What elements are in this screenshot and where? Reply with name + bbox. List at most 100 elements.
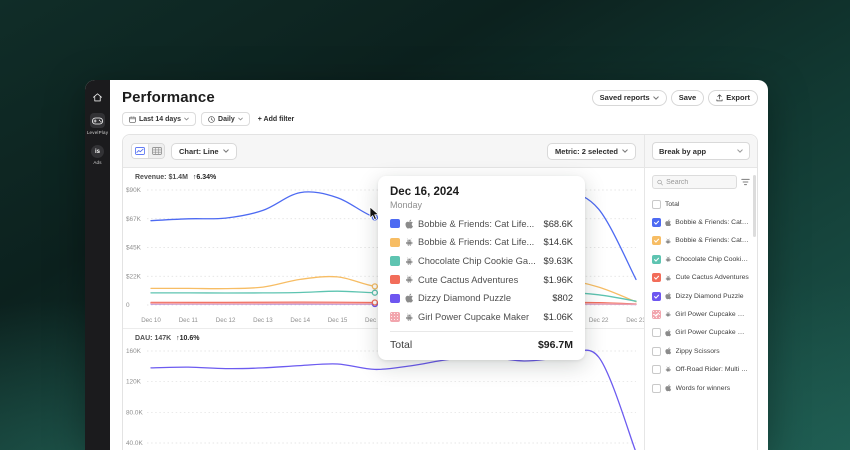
page-header: Performance Saved reports Save Export xyxy=(110,80,768,106)
checkbox-unchecked[interactable] xyxy=(652,347,661,356)
search-box xyxy=(652,175,737,189)
header-actions: Saved reports Save Export xyxy=(592,90,758,106)
svg-text:$90K: $90K xyxy=(126,187,142,194)
app-filter-item[interactable]: Chocolate Chip Cookie... xyxy=(652,250,750,268)
tooltip-total-label: Total xyxy=(390,339,412,351)
metric-dropdown[interactable]: Metric: 2 selected xyxy=(547,143,636,160)
svg-text:$22K: $22K xyxy=(126,273,142,280)
svg-text:Dec 23: Dec 23 xyxy=(626,317,644,324)
app-filter-item[interactable]: Zippy Scissors xyxy=(652,342,750,360)
calendar-icon xyxy=(129,116,136,123)
apple-icon xyxy=(405,293,414,303)
panel-scrollbar[interactable] xyxy=(753,175,756,237)
granularity-filter[interactable]: Daily xyxy=(201,112,250,126)
metric-label: Metric: 2 selected xyxy=(555,147,618,156)
chart-type-label: Chart: Line xyxy=(179,147,219,156)
app-filter-item[interactable]: Bobbie & Friends: Cat L... xyxy=(652,213,750,231)
filter-lines-icon[interactable] xyxy=(741,178,750,186)
clock-icon xyxy=(208,116,215,123)
svg-text:Dec 11: Dec 11 xyxy=(179,317,199,324)
tooltip-row: Girl Power Cupcake Maker$1.06K xyxy=(390,312,573,322)
saved-reports-label: Saved reports xyxy=(600,93,650,102)
app-filter-label: Total xyxy=(665,201,679,208)
granularity-label: Daily xyxy=(218,116,235,123)
page-title: Performance xyxy=(122,89,215,106)
svg-text:Dec 13: Dec 13 xyxy=(253,317,273,324)
checkbox-checked[interactable] xyxy=(652,273,661,282)
checkbox-checked[interactable] xyxy=(652,218,661,227)
app-filter-item[interactable]: Cute Cactus Adventures xyxy=(652,269,750,287)
svg-text:160K: 160K xyxy=(126,348,142,355)
checkbox-unchecked[interactable] xyxy=(652,328,661,337)
revenue-value: Revenue: $1.4M xyxy=(135,174,188,181)
android-icon xyxy=(405,313,414,322)
sidebar-item-ads[interactable]: is Ads xyxy=(91,145,104,165)
date-range-filter[interactable]: Last 14 days xyxy=(122,112,196,126)
svg-text:80.0K: 80.0K xyxy=(126,409,143,416)
checkbox-unchecked[interactable] xyxy=(652,384,661,393)
android-icon xyxy=(405,257,414,266)
app-filter-label: Bobbie & Friends: Cat L... xyxy=(675,219,750,226)
dau-value: DAU: 147K xyxy=(135,335,171,342)
svg-text:120K: 120K xyxy=(126,379,142,386)
svg-text:$67K: $67K xyxy=(126,216,142,223)
tooltip-app-name: Cute Cactus Adventures xyxy=(418,275,539,285)
chevron-down-icon xyxy=(653,96,659,100)
add-filter-button[interactable]: + Add filter xyxy=(258,116,295,123)
app-filter-item[interactable]: Girl Power Cupcake Ma... xyxy=(652,324,750,342)
table-view-toggle[interactable] xyxy=(148,144,164,158)
tooltip-date: Dec 16, 2024 xyxy=(390,186,573,198)
sidebar-item-levelplay[interactable]: LevelPlay xyxy=(87,113,108,135)
svg-text:Dec 22: Dec 22 xyxy=(589,317,609,324)
tooltip-divider xyxy=(390,331,573,332)
android-icon xyxy=(665,256,671,263)
app-filter-item[interactable]: Words for winners xyxy=(652,379,750,397)
search-icon xyxy=(657,179,663,186)
app-filter-item[interactable]: Bobbie & Friends: Cat L... xyxy=(652,232,750,250)
tooltip-row: Bobbie & Friends: Cat Life...$14.6K xyxy=(390,237,573,247)
tooltip-row: Bobbie & Friends: Cat Life...$68.6K xyxy=(390,219,573,229)
sidebar-item-label: LevelPlay xyxy=(87,130,108,135)
break-by-label: Break by app xyxy=(659,147,706,156)
chart-type-dropdown[interactable]: Chart: Line xyxy=(171,143,237,160)
apple-icon xyxy=(665,384,672,392)
chevron-down-icon xyxy=(238,117,243,121)
app-filter-item[interactable]: Off-Road Rider: Multi L... xyxy=(652,361,750,379)
tooltip-app-name: Bobbie & Friends: Cat Life... xyxy=(418,219,539,229)
app-filter-item[interactable]: Total xyxy=(652,195,750,213)
app-filter-label: Zippy Scissors xyxy=(676,348,720,355)
breakdown-body: Total Bobbie & Friends: Cat L... Bobbie & … xyxy=(645,168,757,397)
checkbox-checked[interactable] xyxy=(652,255,661,264)
app-nav-rail: LevelPlay is Ads xyxy=(85,80,110,450)
checkbox-checked[interactable] xyxy=(652,236,661,245)
series-swatch xyxy=(390,312,400,322)
checkbox-unchecked[interactable] xyxy=(652,365,661,374)
checkbox-checked[interactable] xyxy=(652,292,661,301)
checkbox-checked[interactable] xyxy=(652,310,661,319)
chevron-down-icon xyxy=(184,117,189,121)
series-swatch xyxy=(390,238,400,248)
app-filter-item[interactable]: Dizzy Diamond Puzzle xyxy=(652,287,750,305)
app-filter-item[interactable]: Girl Power Cupcake Ma... xyxy=(652,305,750,323)
ads-icon: is xyxy=(91,145,104,158)
chevron-down-icon xyxy=(622,149,628,153)
tooltip-row: Dizzy Diamond Puzzle$802 xyxy=(390,293,573,303)
export-icon xyxy=(716,94,723,102)
line-view-toggle[interactable] xyxy=(132,144,148,158)
save-button[interactable]: Save xyxy=(671,90,705,106)
apple-icon xyxy=(665,292,672,300)
tooltip-app-value: $802 xyxy=(552,293,573,303)
app-filter-list: Total Bobbie & Friends: Cat L... Bobbie & … xyxy=(652,195,750,397)
search-row xyxy=(652,175,750,189)
mouse-cursor xyxy=(369,206,380,221)
sidebar-item-home[interactable] xyxy=(92,92,103,103)
export-button[interactable]: Export xyxy=(708,90,758,106)
tooltip-rows: Bobbie & Friends: Cat Life...$68.6KBobbi… xyxy=(390,219,573,322)
checkbox-unchecked[interactable] xyxy=(652,200,661,209)
break-by-dropdown[interactable]: Break by app xyxy=(652,142,750,160)
saved-reports-button[interactable]: Saved reports xyxy=(592,90,667,106)
tooltip-app-name: Girl Power Cupcake Maker xyxy=(418,312,539,322)
search-input[interactable] xyxy=(666,179,732,186)
table-icon xyxy=(152,147,162,155)
android-icon xyxy=(665,238,671,245)
